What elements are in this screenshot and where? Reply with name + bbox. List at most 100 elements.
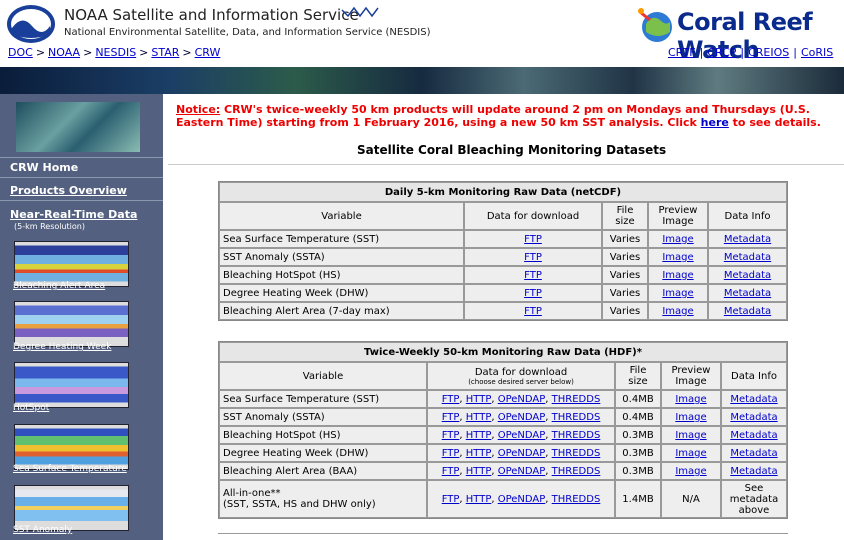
image-link[interactable]: Image	[675, 466, 706, 477]
breadcrumb-nesdis[interactable]: NESDIS	[95, 46, 136, 59]
ftp-link[interactable]: FTP	[442, 394, 460, 405]
col-header-info: Data Info	[721, 362, 787, 390]
cell-variable: Bleaching Alert Area (7-day max)	[219, 302, 464, 320]
ftp-link[interactable]: FTP	[442, 494, 460, 505]
server-links: FTP, HTTP, OPeNDAP, THREDDS	[427, 426, 615, 444]
image-link[interactable]: Image	[675, 412, 706, 423]
link-coris[interactable]: CoRIS	[801, 46, 833, 59]
ftp-link[interactable]: FTP	[524, 270, 542, 281]
metadata-link[interactable]: Metadata	[724, 288, 771, 299]
thumb-degree-heating-week[interactable]	[14, 301, 129, 347]
link-creios[interactable]: CREIOS	[748, 46, 789, 59]
ftp-link[interactable]: FTP	[442, 448, 460, 459]
thredds-link[interactable]: THREDDS	[552, 430, 601, 441]
cell-variable: Bleaching HotSpot (HS)	[219, 266, 464, 284]
thredds-link[interactable]: THREDDS	[552, 494, 601, 505]
table-row: SST Anomaly (SSTA) FTP, HTTP, OPeNDAP, T…	[219, 408, 787, 426]
image-link[interactable]: Image	[675, 394, 706, 405]
ftp-link[interactable]: FTP	[524, 252, 542, 263]
col-header-download: Data for download (choose desired server …	[427, 362, 615, 390]
thumb-caption-sea-surface-temperature[interactable]: Sea Surface Temperature	[13, 464, 127, 474]
ftp-link[interactable]: FTP	[442, 466, 460, 477]
coral-reef-watch-logo-icon[interactable]	[636, 6, 678, 44]
breadcrumb-star[interactable]: STAR	[151, 46, 179, 59]
twice-weekly-50km-table: Twice-Weekly 50-km Monitoring Raw Data (…	[218, 341, 788, 519]
opendap-link[interactable]: OPeNDAP	[498, 412, 546, 423]
thumb-caption-hotspot[interactable]: HotSpot	[13, 403, 49, 413]
metadata-link[interactable]: Metadata	[724, 252, 771, 263]
image-link[interactable]: Image	[662, 270, 693, 281]
image-link[interactable]: Image	[662, 252, 693, 263]
table-row: Sea Surface Temperature (SST) FTP, HTTP,…	[219, 390, 787, 408]
notice-text-end: to see details.	[728, 116, 821, 129]
http-link[interactable]: HTTP	[466, 494, 492, 505]
link-crtf[interactable]: CRTF	[668, 46, 696, 59]
breadcrumb-separator: >	[83, 46, 93, 59]
ftp-link[interactable]: FTP	[524, 234, 542, 245]
table-row: Bleaching Alert Area (BAA) FTP, HTTP, OP…	[219, 462, 787, 480]
cell-size: 0.3MB	[615, 462, 661, 480]
ftp-link[interactable]: FTP	[442, 430, 460, 441]
http-link[interactable]: HTTP	[466, 430, 492, 441]
thumb-caption-bleaching-alert-area[interactable]: Bleaching Alert Area	[13, 281, 105, 291]
http-link[interactable]: HTTP	[466, 448, 492, 459]
cell-size: Varies	[602, 284, 648, 302]
cell-variable: All-in-one** (SST, SSTA, HS and DHW only)	[219, 480, 427, 518]
sidebar-item-crw-home[interactable]: CRW Home	[0, 161, 163, 174]
breadcrumb-crw[interactable]: CRW	[195, 46, 221, 59]
thumb-caption-sst-anomaly[interactable]: SST Anomaly	[13, 525, 72, 535]
metadata-link[interactable]: Metadata	[724, 306, 771, 317]
table-row: Bleaching HotSpot (HS) FTP Varies Image …	[219, 266, 787, 284]
col-header-size: File size	[602, 202, 648, 230]
image-link[interactable]: Image	[662, 306, 693, 317]
ftp-link[interactable]: FTP	[442, 412, 460, 423]
coral-banner-image	[0, 67, 844, 94]
thumb-hotspot[interactable]	[14, 362, 129, 408]
http-link[interactable]: HTTP	[466, 466, 492, 477]
link-crcp[interactable]: CRCP	[707, 46, 736, 59]
server-links: FTP, HTTP, OPeNDAP, THREDDS	[427, 444, 615, 462]
thumb-caption-degree-heating-week[interactable]: Degree Heating Week	[13, 342, 111, 352]
metadata-link[interactable]: Metadata	[730, 394, 777, 405]
image-link[interactable]: Image	[662, 288, 693, 299]
metadata-link[interactable]: Metadata	[730, 466, 777, 477]
cell-variable: Sea Surface Temperature (SST)	[219, 390, 427, 408]
breadcrumb-doc[interactable]: DOC	[8, 46, 33, 59]
sidebar-item-near-real-time-data[interactable]: Near-Real-Time Data	[0, 208, 163, 221]
col-header-preview: Preview Image	[648, 202, 708, 230]
metadata-link[interactable]: Metadata	[730, 448, 777, 459]
cell-variable: SST Anomaly (SSTA)	[219, 248, 464, 266]
sidebar-divider	[0, 177, 163, 178]
server-links: FTP, HTTP, OPeNDAP, THREDDS	[427, 408, 615, 426]
breadcrumb-separator: >	[35, 46, 46, 59]
notice-label: Notice:	[176, 103, 221, 116]
col-header-variable: Variable	[219, 362, 427, 390]
notice-here-link[interactable]: here	[701, 116, 729, 129]
link-separator: |	[699, 46, 704, 59]
thredds-link[interactable]: THREDDS	[552, 412, 601, 423]
image-link[interactable]: Image	[662, 234, 693, 245]
opendap-link[interactable]: OPeNDAP	[498, 494, 546, 505]
table-caption: Twice-Weekly 50-km Monitoring Raw Data (…	[219, 342, 787, 362]
opendap-link[interactable]: OPeNDAP	[498, 448, 546, 459]
noaa-logo-icon[interactable]	[6, 4, 56, 44]
opendap-link[interactable]: OPeNDAP	[498, 466, 546, 477]
sidebar-item-products-overview[interactable]: Products Overview	[0, 184, 163, 197]
notice-banner: Notice: CRW's twice-weekly 50 km product…	[176, 103, 836, 129]
thredds-link[interactable]: THREDDS	[552, 466, 601, 477]
http-link[interactable]: HTTP	[466, 412, 492, 423]
image-link[interactable]: Image	[675, 448, 706, 459]
breadcrumb-noaa[interactable]: NOAA	[48, 46, 80, 59]
opendap-link[interactable]: OPeNDAP	[498, 394, 546, 405]
ftp-link[interactable]: FTP	[524, 288, 542, 299]
metadata-link[interactable]: Metadata	[730, 430, 777, 441]
thredds-link[interactable]: THREDDS	[552, 448, 601, 459]
opendap-link[interactable]: OPeNDAP	[498, 430, 546, 441]
ftp-link[interactable]: FTP	[524, 306, 542, 317]
metadata-link[interactable]: Metadata	[724, 270, 771, 281]
image-link[interactable]: Image	[675, 430, 706, 441]
http-link[interactable]: HTTP	[466, 394, 492, 405]
metadata-link[interactable]: Metadata	[724, 234, 771, 245]
metadata-link[interactable]: Metadata	[730, 412, 777, 423]
thredds-link[interactable]: THREDDS	[552, 394, 601, 405]
